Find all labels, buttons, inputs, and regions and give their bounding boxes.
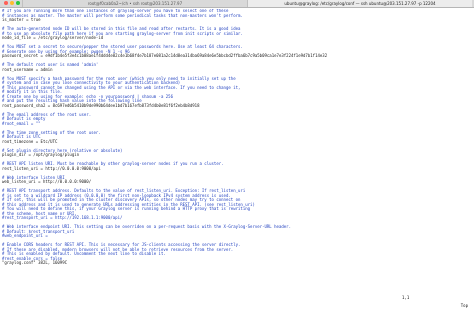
zoom-window-button[interactable] <box>16 1 20 5</box>
tab-ubuntu-ssh[interactable]: ubuntu@graylog: /etc/graylog/conf — ssh … <box>247 0 472 7</box>
minimize-window-button[interactable] <box>10 1 14 5</box>
terminal-tabs: root@f0cab0a2~/ch • ssh root@203.151.27.… <box>22 0 472 7</box>
scroll-indicator: Top <box>460 303 468 308</box>
tab-root-ssh[interactable]: root@f0cab0a2~/ch • ssh root@203.151.27.… <box>22 0 247 7</box>
cursor-position: 1,1 <box>402 295 410 300</box>
window-controls <box>4 1 20 5</box>
vim-editor-buffer[interactable]: # If you are running more than one insta… <box>2 9 472 285</box>
close-window-button[interactable] <box>4 1 8 5</box>
vim-status-line: 1,1 Top <box>2 286 472 308</box>
window-titlebar: root@f0cab0a2~/ch • ssh root@203.151.27.… <box>0 0 474 8</box>
config-line: "graylog.conf" 382L, 16099C <box>2 260 68 265</box>
